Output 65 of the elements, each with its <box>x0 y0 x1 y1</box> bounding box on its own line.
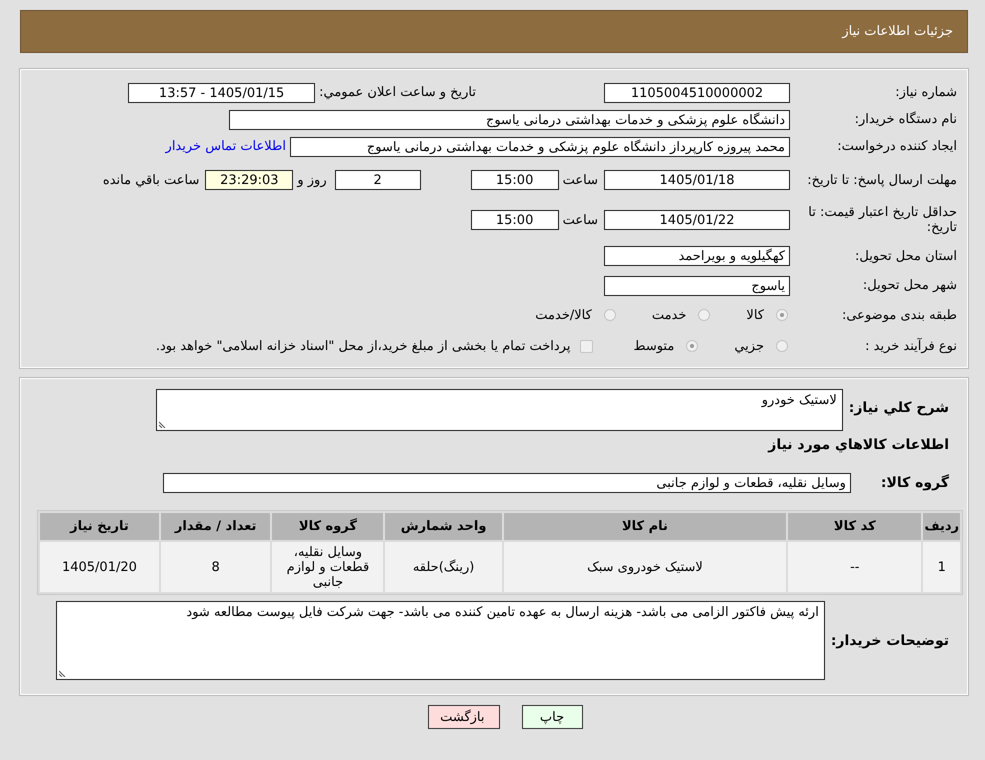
table-cell: وسایل نقلیه، قطعات و لوازم جانبی <box>272 542 384 592</box>
validity-time-field: 15:00 <box>470 210 559 230</box>
radio-label: خدمت <box>652 308 686 322</box>
radio-button[interactable] <box>698 309 710 321</box>
field-label: نوع فرآیند خرید : <box>864 338 958 354</box>
description-label: شرح كلي نياز: <box>848 400 949 416</box>
resize-grip-icon[interactable] <box>58 669 67 677</box>
days-field: 2 <box>334 170 421 190</box>
field-label: روز و <box>297 172 327 188</box>
buyer-notes-label: توضیحات خریدار: <box>830 632 949 648</box>
field-label: شهر محل تحویل: <box>862 278 958 293</box>
deadline-time-field: 15:00 <box>470 170 559 190</box>
city-field: یاسوج <box>604 276 790 296</box>
field-label: نام دستگاه خریدار: <box>854 112 958 127</box>
field-label: طبقه بندی موضوعی: <box>840 308 958 322</box>
checkbox[interactable] <box>580 340 594 352</box>
section-title: اطلاعات كالاهاي مورد نياز <box>768 437 949 453</box>
table-cell: 1405/01/20 <box>40 542 159 592</box>
column-header: واحد شمارش <box>385 513 502 540</box>
description-field: لاستیک خودرو <box>156 389 843 431</box>
radio-button[interactable] <box>776 340 788 352</box>
radio-label: کالا <box>746 308 764 322</box>
field-label: ایجاد کننده درخواست: <box>836 139 958 154</box>
radio-label: متوسط <box>633 338 674 354</box>
validity-date-field: 1405/01/22 <box>604 210 790 230</box>
radio-label: جزيي <box>734 338 764 354</box>
need-number-field: 1105004510000002 <box>604 82 790 102</box>
field-label: استان محل تحویل: <box>854 248 958 264</box>
remaining-time-field: 23:29:03 <box>205 170 294 190</box>
announce-date-field: 1405/01/15 - 13:57 <box>128 82 316 102</box>
buyer-notes-field: ارئه پیش فاکتور الزامی می باشد- هزینه ارسال به عهده تامین کننده می باشد- جهت شرکت فایل پیوست مطالعه شود <box>56 601 825 680</box>
province-field: کهگیلویه و بویراحمد <box>604 246 790 266</box>
checkbox-label: پرداخت تمام یا بخشی از مبلغ خرید،از محل "اسناد خزانه اسلامی" خواهد بود. <box>156 338 570 354</box>
column-header: کد کالا <box>788 513 922 540</box>
goods-group-label: گروه کالا: <box>880 474 949 490</box>
column-header: ردیف <box>923 513 960 540</box>
requester-field: محمد پیروزه کارپرداز دانشگاه علوم پزشکی و خدمات بهداشتی درمانی یاسوج <box>290 136 790 156</box>
field-label: ساعت <box>562 212 598 228</box>
column-header: تاریخ نیاز <box>40 513 159 540</box>
buyer-contact-link[interactable]: اطلاعات تماس خریدار <box>166 139 286 154</box>
deadline-date-field: 1405/01/18 <box>604 170 790 190</box>
field-label: تاریخ و ساعت اعلان عمومي: <box>319 85 476 100</box>
table-cell: -- <box>788 542 922 592</box>
print-button[interactable]: چاپ <box>522 705 582 729</box>
field-label: ساعت <box>562 172 598 188</box>
goods-group-field: وسایل نقلیه، قطعات و لوازم جانبی <box>162 472 851 492</box>
field-label: ساعت باقي مانده <box>102 172 200 188</box>
field-label: شماره نیاز: <box>894 85 958 100</box>
field-label: مهلت ارسال پاسخ: تا تاریخ: <box>806 172 958 188</box>
table-cell: لاستیک خودروی سبک <box>504 542 786 592</box>
page-title: جزئیات اطلاعات نیاز <box>842 23 954 39</box>
table-cell: 1 <box>923 542 960 592</box>
radio-label: کالا/خدمت <box>535 308 592 322</box>
resize-grip-icon[interactable] <box>158 420 167 428</box>
column-header: نام کالا <box>504 513 786 540</box>
buyer-field: دانشگاه علوم پزشکی و خدمات بهداشتی درمانی یاسوج <box>229 110 790 130</box>
back-button[interactable]: بازگشت <box>428 705 500 729</box>
radio-button[interactable] <box>604 309 616 321</box>
column-header: گروه کالا <box>272 513 384 540</box>
table-cell: 8 <box>160 542 270 592</box>
field-label: حداقل تاریخ اعتبار قیمت: تا تاریخ: <box>807 205 958 235</box>
column-header: تعداد / مقدار <box>160 513 270 540</box>
table-cell: (رینگ)حلقه <box>385 542 502 592</box>
radio-button[interactable] <box>776 309 788 321</box>
radio-button[interactable] <box>686 340 698 352</box>
